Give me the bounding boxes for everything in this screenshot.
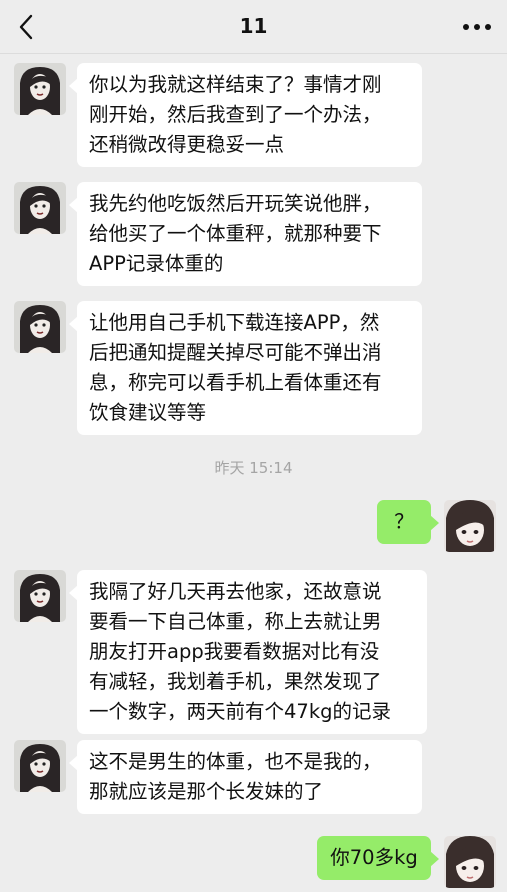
message-bubble-incoming[interactable]: 这不是男生的体重，也不是我的， 那就应该是那个长发妹的了: [69, 740, 422, 814]
more-button[interactable]: [459, 14, 495, 40]
message-bubble-incoming[interactable]: 我先约他吃饭然后开玩笑说他胖， 给他买了一个体重秤，就那种要下 APP记录体重的: [69, 182, 422, 286]
self-avatar[interactable]: [444, 500, 496, 552]
navigation-bar: 11: [0, 0, 507, 54]
message-bubble-incoming[interactable]: 让他用自己手机下载连接APP，然 后把通知提醒关掉尽可能不弹出消 息，称完可以看…: [69, 301, 422, 435]
more-dots-icon: [463, 24, 491, 30]
message-bubble-incoming[interactable]: 我隔了好几天再去他家，还故意说 要看一下自己体重，称上去就让男 朋友打开app我…: [69, 570, 427, 734]
contact-avatar[interactable]: [14, 740, 66, 792]
message-bubble-outgoing[interactable]: 你70多kg: [317, 836, 439, 880]
chat-title: 11: [239, 14, 268, 38]
chat-area[interactable]: 你以为我就这样结束了？事情才刚 刚开始，然后我查到了一个办法， 还稍微改得更稳妥…: [0, 54, 507, 892]
message-timestamp: 昨天 15:14: [214, 459, 293, 477]
contact-avatar[interactable]: [14, 63, 66, 115]
self-avatar[interactable]: [444, 836, 496, 888]
contact-avatar[interactable]: [14, 570, 66, 622]
contact-avatar[interactable]: [14, 301, 66, 353]
contact-avatar[interactable]: [14, 182, 66, 234]
message-bubble-outgoing[interactable]: ？: [377, 500, 439, 544]
message-bubble-incoming[interactable]: 你以为我就这样结束了？事情才刚 刚开始，然后我查到了一个办法， 还稍微改得更稳妥…: [69, 63, 422, 167]
